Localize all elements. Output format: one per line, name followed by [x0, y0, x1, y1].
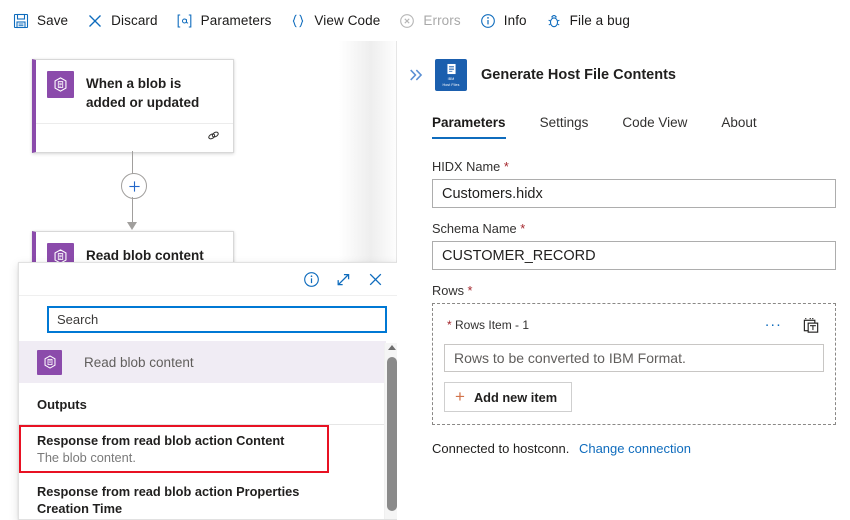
view-code-button[interactable]: View Code	[289, 6, 380, 36]
hidx-name-label: HIDX Name *	[432, 159, 836, 174]
errors-button[interactable]: Errors	[398, 6, 461, 36]
error-circle-icon	[398, 12, 416, 30]
more-options-icon[interactable]: ...	[765, 314, 782, 333]
info-label: Info	[503, 13, 527, 28]
pane-header: IBM Host Files Generate Host File Conten…	[397, 41, 850, 91]
token-description: The blob content.	[37, 450, 136, 465]
workflow-node-trigger[interactable]: When a blob is added or updated	[32, 59, 234, 153]
plus-icon	[128, 180, 140, 192]
schema-name-input[interactable]	[432, 241, 836, 270]
action-properties-pane: IBM Host Files Generate Host File Conten…	[397, 41, 850, 520]
tab-about[interactable]: About	[721, 115, 756, 139]
token-name: Response from read blob action Content	[37, 433, 285, 448]
field-schema-name: Schema Name *	[432, 221, 836, 270]
popup-section-title: Outputs	[19, 383, 386, 425]
insert-step-button[interactable]	[121, 173, 147, 199]
required-asterisk: *	[464, 283, 473, 298]
add-new-item-label: Add new item	[473, 389, 558, 405]
popup-group-header-read-blob[interactable]: Read blob content	[19, 341, 386, 383]
trigger-node-title: When a blob is added or updated	[86, 76, 200, 110]
command-bar: Save Discard Parameters View Code Errors…	[0, 0, 850, 41]
info-button[interactable]: Info	[479, 6, 527, 36]
tab-parameters[interactable]: Parameters	[432, 115, 506, 139]
trigger-node-footer	[36, 123, 233, 152]
hidx-name-input[interactable]	[432, 179, 836, 208]
tab-code-view[interactable]: Code View	[622, 115, 687, 139]
dynamic-content-token-icon[interactable]	[800, 314, 822, 336]
parameters-button[interactable]: Parameters	[176, 6, 272, 36]
field-rows: Rows * * Rows Item - 1 ... Rows to be co…	[432, 283, 836, 425]
trigger-node-header: When a blob is added or updated	[36, 60, 233, 123]
rows-item-input[interactable]	[444, 344, 824, 372]
token-name: Response from read blob action Propertie…	[37, 484, 300, 516]
rows-label: Rows *	[432, 283, 836, 298]
plus-icon: +	[455, 387, 465, 406]
schema-name-label: Schema Name *	[432, 221, 836, 236]
required-asterisk: *	[516, 221, 526, 236]
azure-blob-icon	[47, 71, 74, 98]
ibm-host-files-icon: IBM Host Files	[435, 59, 467, 91]
connector-line-bottom	[132, 197, 134, 225]
popup-search-container	[19, 296, 399, 341]
save-button[interactable]: Save	[12, 6, 68, 36]
save-icon	[12, 12, 30, 30]
double-chevron-right-icon[interactable]	[405, 64, 427, 86]
ibm-host-files-icon-line1: IBM	[447, 77, 455, 82]
field-hidx-name: HIDX Name *	[432, 159, 836, 208]
required-asterisk: *	[500, 159, 509, 174]
dynamic-content-token-properties-creation-time[interactable]: Response from read blob action Propertie…	[19, 473, 386, 519]
save-label: Save	[37, 13, 69, 28]
link-connection-icon	[206, 128, 221, 148]
scroll-up-arrow-icon[interactable]	[388, 345, 396, 350]
close-icon[interactable]	[361, 265, 389, 293]
discard-label: Discard	[111, 13, 158, 28]
page-title: Generate Host File Contents	[481, 67, 676, 83]
connection-status-text: Connected to hostconn.	[432, 441, 570, 456]
discard-button[interactable]: Discard	[86, 6, 158, 36]
azure-blob-icon	[37, 349, 62, 375]
logic-app-designer: Save Discard Parameters View Code Errors…	[0, 0, 850, 520]
change-connection-link[interactable]: Change connection	[579, 441, 691, 456]
dynamic-content-popup[interactable]: Read blob content Outputs Response from …	[18, 262, 400, 520]
close-x-icon	[86, 12, 104, 30]
at-bracket-icon	[176, 12, 194, 30]
info-circle-icon	[479, 12, 497, 30]
connection-status: Connected to hostconn. Change connection	[397, 425, 850, 456]
rows-item-label: * Rows Item - 1	[444, 318, 529, 332]
tab-settings[interactable]: Settings	[540, 115, 589, 139]
popup-toolbar	[19, 263, 399, 296]
parameters-form: HIDX Name * Schema Name * Rows * * Rows	[397, 139, 850, 425]
hidx-name-label-text: HIDX Name	[432, 159, 501, 174]
rows-item-actions: ...	[765, 314, 824, 336]
pane-tabs: Parameters Settings Code View About	[397, 115, 850, 139]
errors-label: Errors	[423, 13, 461, 28]
curly-braces-icon	[289, 12, 307, 30]
add-new-item-button[interactable]: + Add new item	[444, 382, 573, 412]
parameters-label: Parameters	[200, 13, 272, 28]
rows-label-text: Rows	[432, 283, 464, 298]
bug-icon	[545, 12, 563, 30]
connector-arrow-icon	[127, 222, 137, 230]
search-input[interactable]	[47, 306, 387, 333]
file-a-bug-label: File a bug	[569, 13, 630, 28]
rows-array-container: * Rows Item - 1 ... Rows to be converted…	[432, 303, 836, 425]
view-code-label: View Code	[314, 13, 381, 28]
scrollbar-thumb[interactable]	[387, 357, 397, 511]
expand-icon[interactable]	[329, 265, 357, 293]
schema-name-label-text: Schema Name	[432, 221, 517, 236]
rows-item-label-text: Rows Item - 1	[455, 318, 530, 332]
dynamic-content-token-response-content[interactable]: Response from read blob action Content T…	[19, 425, 329, 473]
file-a-bug-button[interactable]: File a bug	[545, 6, 630, 36]
rows-item-header: * Rows Item - 1 ...	[444, 314, 824, 336]
info-icon[interactable]	[297, 265, 325, 293]
required-asterisk: *	[447, 318, 456, 332]
popup-group-label: Read blob content	[84, 354, 194, 370]
ibm-host-files-icon-line2: Host Files	[442, 82, 460, 87]
